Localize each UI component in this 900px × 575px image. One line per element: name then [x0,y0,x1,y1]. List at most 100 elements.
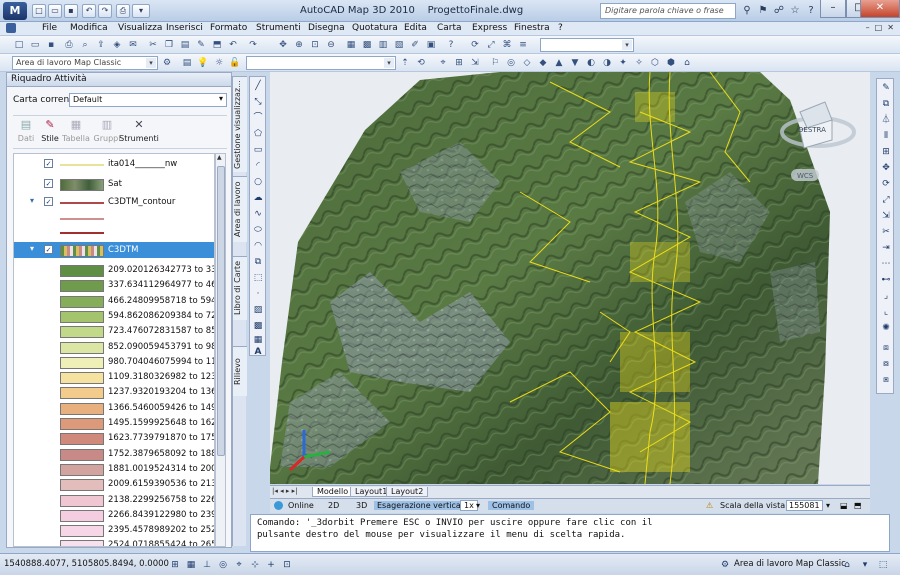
view-2d-button[interactable]: 2D [328,501,339,510]
arc-icon[interactable]: ◜ [252,160,264,172]
search-binoculars-icon[interactable]: ⚲ [740,4,754,18]
draworder-3-icon[interactable]: ⧆ [880,374,892,386]
minimize-button[interactable]: – [820,0,846,18]
menu-express[interactable]: Express [472,23,507,33]
quick-access-dropdown[interactable]: ▾ [132,4,150,18]
rectangle-icon[interactable]: ▭ [252,144,264,156]
data-button[interactable]: ▤ Dati [15,118,37,143]
make-block-icon[interactable]: ⬚ [252,272,264,284]
open-icon[interactable]: ▭ [48,4,62,18]
menu-inserisci[interactable]: Inserisci [166,23,203,33]
orbit-icon[interactable]: ⟳ [468,38,482,52]
lock-toolbar-icon[interactable]: ⌂ [840,558,854,572]
qnew-icon[interactable]: □ [12,38,26,52]
mirror-icon[interactable]: ⏃ [880,114,892,126]
map-export-icon[interactable]: ⇲ [468,56,482,70]
circle-icon[interactable]: ○ [252,176,264,188]
map-tool-12-icon[interactable]: ⬢ [664,56,678,70]
3d-dwf-icon[interactable]: ◈ [110,38,124,52]
offset-icon[interactable]: ⫴ [880,130,892,142]
publish-icon[interactable]: ⇪ [94,38,108,52]
gradient-icon[interactable]: ▩ [252,320,264,332]
drawing-viewport[interactable]: DESTRA WCS [270,72,870,484]
terrain-3d-view[interactable]: DESTRA WCS [270,72,870,484]
exaggeration-dropdown-icon[interactable]: ▾ [476,501,480,510]
legend-row[interactable]: 594.862086209384 to 723.47607... [14,308,214,324]
map-tool-3-icon[interactable]: ◇ [520,56,534,70]
tools-button[interactable]: ✕ Strumenti [119,118,159,143]
menu-modifica[interactable]: Modifica [70,23,108,33]
table-button[interactable]: ▦ Tabella [61,118,91,143]
ellipse-icon[interactable]: ⬭ [252,224,264,236]
zoom-extents-icon[interactable]: ⤢ [484,38,498,52]
subscription-icon[interactable]: ⚑ [756,4,770,18]
tab-layout2[interactable]: Layout2 [386,487,429,497]
layer-visibility-checkbox[interactable]: ✓ [44,245,53,254]
sheet-set-icon[interactable]: ▧ [392,38,406,52]
rotate-icon[interactable]: ⟳ [880,178,892,190]
app-logo-button[interactable]: M [3,2,27,20]
multiline-text-icon[interactable]: A [252,346,264,358]
layer-row-selected[interactable]: ▾ ✓ C3DTM [14,242,214,258]
menu-disegna[interactable]: Disegna [308,23,345,33]
legend-row[interactable]: 1881.0019524314 to 2009.6159... [14,461,214,477]
online-status[interactable]: Online [288,501,314,510]
tab-workspace[interactable]: Area di lavoro [233,176,247,242]
properties-icon[interactable]: ▦ [344,38,358,52]
polyline-icon[interactable]: ⌒ [252,112,264,124]
map-tool-7-icon[interactable]: ◐ [584,56,598,70]
map-tool-13-icon[interactable]: ⌂ [680,56,694,70]
extend-icon[interactable]: ⇥ [880,242,892,254]
menu-edita[interactable]: Edita [404,23,427,33]
save-icon[interactable]: ▪ [64,4,78,18]
legend-row[interactable]: 2138.2299256758 to 2266.8439... [14,492,214,508]
layer-visibility-checkbox[interactable]: ✓ [44,197,53,206]
document-window-controls[interactable]: – □ ✕ [838,23,894,34]
layer-bulb-icon[interactable]: 💡 [196,56,210,70]
help-tb-icon[interactable]: ? [444,38,458,52]
make-current-icon[interactable]: ⇡ [398,56,412,70]
toolbar-combo[interactable]: ▾ [540,38,634,52]
layer-list-scrollbar[interactable]: ▲ [215,153,226,547]
pan-icon[interactable]: ✥ [276,38,290,52]
clean-screen-icon[interactable]: ⬚ [876,558,890,572]
menu-strumenti[interactable]: Strumenti [256,23,301,33]
copy-icon[interactable]: ❐ [162,38,176,52]
style-button[interactable]: ✎ Stile [39,118,61,143]
draworder-1-icon[interactable]: ⧈ [880,342,892,354]
close-button[interactable]: ✕ [860,0,900,18]
line-icon[interactable]: ╱ [252,80,264,92]
legend-row[interactable]: 2009.6159390536 to 2138.2299... [14,476,214,492]
workspace-switch-icon[interactable]: ⚙ [718,558,732,572]
search-input[interactable]: Digitare parola chiave o frase [600,3,736,19]
legend-row[interactable]: 337.634112964977 to 466.24809... [14,277,214,293]
map-status-tool-icon[interactable]: ⬓ [840,501,848,510]
grid-icon[interactable]: ▦ [184,558,198,572]
help-icon[interactable]: ? [804,4,818,18]
map-attach-icon[interactable]: ⊞ [452,56,466,70]
map-tool-6-icon[interactable]: ▼ [568,56,582,70]
legend-row[interactable]: 1366.5460059426 to 1495.1599... [14,400,214,416]
layer-visibility-checkbox[interactable]: ✓ [44,159,53,168]
legend-row[interactable]: 2395.4578989202 to 2524.0718... [14,522,214,538]
menu-visualizza[interactable]: Visualizza [118,23,162,33]
tab-model[interactable]: Modello [312,487,354,497]
otrack-icon[interactable]: ⊹ [248,558,262,572]
insert-block-icon[interactable]: ⧉ [252,256,264,268]
osnap-icon[interactable]: ⌖ [232,558,246,572]
legend-row[interactable]: 1623.7739791870 to 1752.3879... [14,430,214,446]
document-icon[interactable] [6,23,16,33]
scale-dropdown-icon[interactable]: ▾ [826,501,830,510]
construction-line-icon[interactable]: ⤡ [252,96,264,108]
tab-survey[interactable]: Rilievo [233,346,247,396]
map-icon[interactable]: ⌘ [500,38,514,52]
zoom-realtime-icon[interactable]: ⊕ [292,38,306,52]
revision-cloud-icon[interactable]: ☁ [252,192,264,204]
map-tool-1-icon[interactable]: ⚐ [488,56,502,70]
table-draw-icon[interactable]: ▦ [252,334,264,346]
spline-icon[interactable]: ∿ [252,208,264,220]
array-icon[interactable]: ⊞ [880,146,892,158]
groups-button[interactable]: ▥ Gruppi [93,118,121,143]
legend-row[interactable]: 1237.9320193204 to 1366.5460... [14,384,214,400]
command-button[interactable]: Comando [488,501,535,510]
